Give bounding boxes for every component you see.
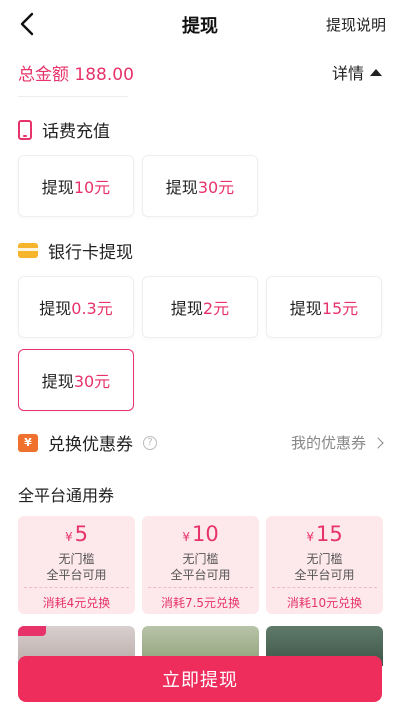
coupon-value-number: 10	[191, 522, 219, 546]
bank-card-icon	[18, 243, 38, 258]
coupon-icon: ¥	[18, 433, 38, 452]
section-title: 兑换优惠券	[48, 435, 133, 455]
balance-row: 总金额 188.00 详情	[18, 58, 382, 88]
coupon-card-15[interactable]: ¥15 无门槛 全平台可用 消耗10元兑换	[266, 516, 383, 614]
balance-label-text: 总金额	[18, 65, 69, 85]
option-prefix: 提现	[41, 372, 74, 391]
option-bank-15[interactable]: 提现 15元	[266, 276, 382, 338]
section-phone-topup: 话费充值	[18, 117, 110, 142]
option-prefix: 提现	[39, 299, 72, 318]
phone-icon	[18, 119, 32, 140]
coupon-value: ¥15	[266, 522, 383, 546]
coupon-exchange-cost: 消耗10元兑换	[286, 596, 363, 610]
coupon-divider	[24, 587, 129, 588]
coupon-condition: 无门槛	[182, 552, 219, 566]
coupon-scope: 全平台可用	[170, 568, 231, 582]
option-prefix: 提现	[289, 299, 322, 318]
coupon-value: ¥10	[142, 522, 259, 546]
option-prefix: 提现	[41, 178, 74, 197]
chevron-right-icon	[372, 436, 384, 449]
bottom-safe-area	[0, 708, 400, 726]
coupon-card-5[interactable]: ¥5 无门槛 全平台可用 消耗4元兑换	[18, 516, 135, 614]
currency-symbol: ¥	[64, 530, 73, 544]
balance-label: 总金额 188.00	[18, 60, 134, 85]
option-prefix: 提现	[170, 299, 203, 318]
coupon-value-number: 5	[74, 522, 88, 546]
caret-up-icon	[370, 68, 382, 76]
coupon-exchange-cost: 消耗7.5元兑换	[160, 596, 241, 610]
option-bank-0.3[interactable]: 提现 0.3元	[18, 276, 134, 338]
details-toggle[interactable]: 详情	[332, 60, 382, 84]
section-title: 银行卡提现	[48, 243, 133, 263]
coupon-condition: 无门槛	[58, 552, 95, 566]
divider	[18, 96, 128, 97]
my-coupons-link[interactable]: 我的优惠券	[290, 432, 384, 453]
coupon-condition: 无门槛	[306, 552, 343, 566]
coupon-card-10[interactable]: ¥10 无门槛 全平台可用 消耗7.5元兑换	[142, 516, 259, 614]
option-topup-30[interactable]: 提现 30元	[142, 155, 258, 217]
coupon-scope: 全平台可用	[46, 568, 107, 582]
section-coupon-exchange: ¥ 兑换优惠券 ?	[18, 430, 157, 455]
withdraw-now-button[interactable]: 立即提现	[18, 656, 382, 702]
option-amount: 30元	[197, 178, 235, 197]
balance-amount: 188.00	[74, 65, 134, 85]
currency-symbol: ¥	[182, 530, 190, 544]
currency-symbol: ¥	[306, 530, 314, 544]
info-icon[interactable]: ?	[143, 435, 157, 450]
coupon-category-label: 全平台通用券	[18, 486, 115, 505]
option-prefix: 提现	[165, 178, 198, 197]
top-bar: 提现 提现说明	[0, 0, 400, 48]
option-bank-2[interactable]: 提现 2元	[142, 276, 258, 338]
coupon-divider	[148, 587, 253, 588]
option-amount: 0.3元	[71, 299, 113, 318]
option-amount: 15元	[321, 299, 359, 318]
coupon-scope: 全平台可用	[294, 568, 355, 582]
my-coupons-label: 我的优惠券	[290, 434, 366, 452]
option-amount: 2元	[202, 299, 230, 318]
option-amount: 10元	[73, 178, 111, 197]
coupon-value: ¥5	[18, 522, 135, 546]
withdraw-help-link[interactable]: 提现说明	[326, 14, 386, 35]
coupon-exchange-cost: 消耗4元兑换	[42, 596, 111, 610]
option-topup-10[interactable]: 提现 10元	[18, 155, 134, 217]
section-bank-card: 银行卡提现	[18, 238, 133, 263]
coupon-value-number: 15	[315, 522, 343, 546]
section-title: 话费充值	[42, 122, 110, 142]
option-bank-30-selected[interactable]: 提现 30元	[18, 349, 134, 411]
coupon-divider	[272, 587, 377, 588]
details-label: 详情	[331, 64, 364, 83]
option-amount: 30元	[73, 372, 111, 391]
